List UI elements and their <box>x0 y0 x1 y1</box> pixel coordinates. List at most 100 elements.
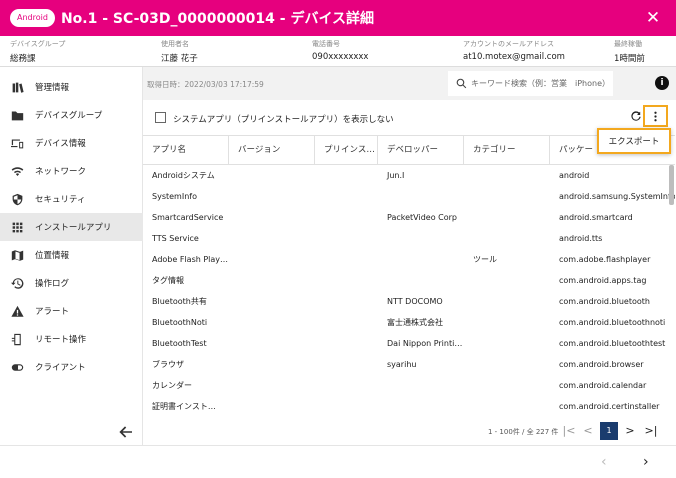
sidebar-item-network[interactable]: ネットワーク <box>0 157 143 185</box>
export-menu-item[interactable]: エクスポート <box>597 128 671 154</box>
map-icon <box>10 248 24 262</box>
table-row[interactable]: SmartcardService PacketVideo Corp android.… <box>143 207 675 228</box>
table-row[interactable]: ブラウザ syarihu com.android.browser <box>143 354 675 375</box>
cell-developer <box>378 270 464 291</box>
sidebar-item-label: リモート操作 <box>35 335 87 345</box>
cell-version <box>229 186 315 207</box>
hide-system-apps-checkbox[interactable] <box>155 112 166 123</box>
column-header-category[interactable]: カテゴリー <box>464 136 550 165</box>
cell-package: com.android.apps.tag <box>559 276 647 285</box>
cell-app-name: タグ情報 <box>152 276 184 285</box>
table-row[interactable]: カレンダー com.android.calendar <box>143 375 675 396</box>
sidebar-item-device-group[interactable]: デバイスグループ <box>0 101 143 129</box>
main-panel: 取得日時：2022/03/03 17:17:59 i システムアプリ（プリインス… <box>143 67 676 445</box>
search-box[interactable] <box>448 71 613 96</box>
table-row[interactable]: TTS Service android.tts <box>143 228 675 249</box>
info-label: 最終稼働 <box>614 40 642 48</box>
cell-preinstalled <box>315 354 378 375</box>
cell-version <box>229 396 315 417</box>
sidebar-item-label: 位置情報 <box>35 251 70 261</box>
cell-version <box>229 354 315 375</box>
sidebar-item-label: 管理情報 <box>35 83 70 93</box>
table-row[interactable]: BluetoothNoti 富士通株式会社 com.android.bluetoot… <box>143 312 675 333</box>
cell-category: ツール <box>473 255 497 264</box>
table-row[interactable]: Bluetooth共有 NTT DOCOMO com.android.bluetoo… <box>143 291 675 312</box>
pagination: 1 - 100件 / 全 227 件 |< < 1 > >| <box>143 417 676 445</box>
cell-category <box>464 354 550 375</box>
cell-developer: Dai Nippon Printi… <box>387 339 463 348</box>
cell-app-name: BluetoothTest <box>152 339 207 348</box>
hide-system-apps-label[interactable]: システムアプリ（プリインストールアプリ）を表示しない <box>173 113 394 125</box>
cell-version <box>229 291 315 312</box>
cell-package: com.android.calendar <box>559 381 647 390</box>
cell-app-name: カレンダー <box>152 381 192 390</box>
cell-app-name: ブラウザ <box>152 360 184 369</box>
sidebar-item-operation-log[interactable]: 操作ログ <box>0 269 143 297</box>
current-page-button[interactable]: 1 <box>600 422 618 440</box>
search-input[interactable] <box>471 79 611 88</box>
sidebar-item-location[interactable]: 位置情報 <box>0 241 143 269</box>
vertical-scroll-thumb[interactable] <box>669 165 674 205</box>
footer-prev-icon[interactable]: ‹ <box>601 455 615 469</box>
wifi-icon <box>10 164 24 178</box>
more-menu-button[interactable] <box>643 105 668 127</box>
cell-preinstalled <box>315 165 378 186</box>
first-page-button[interactable]: |< <box>561 423 577 439</box>
table-row[interactable]: タグ情報 com.android.apps.tag <box>143 270 675 291</box>
cell-package: android.samsung.SystemInfo <box>559 192 675 201</box>
table-row[interactable]: SystemInfo android.samsung.SystemInfo <box>143 186 675 207</box>
books-icon <box>10 80 24 94</box>
sidebar-item-label: デバイスグループ <box>35 111 103 121</box>
info-label: アカウントのメールアドレス <box>463 40 554 48</box>
cell-category <box>464 396 550 417</box>
shield-icon <box>10 192 24 206</box>
info-value: 総務課 <box>10 54 36 64</box>
sidebar-item-management[interactable]: 管理情報 <box>0 73 143 101</box>
table-row[interactable]: Adobe Flash Play… ツール com.adobe.flashplaye… <box>143 249 675 270</box>
sidebar-item-alert[interactable]: アラート <box>0 297 143 325</box>
cell-preinstalled <box>315 333 378 354</box>
last-page-button[interactable]: >| <box>643 423 659 439</box>
search-icon <box>456 78 467 89</box>
cell-version <box>229 207 315 228</box>
next-page-button[interactable]: > <box>622 423 638 439</box>
cell-preinstalled <box>315 186 378 207</box>
sidebar-item-installed-apps[interactable]: インストールアプリ <box>0 213 143 241</box>
refresh-icon[interactable] <box>630 110 642 122</box>
table-header: アプリ名 バージョン プリインス… デベロッパー カテゴリー パッケー <box>143 135 675 165</box>
sidebar-item-label: 操作ログ <box>35 279 70 289</box>
sidebar-item-label: セキュリティ <box>35 195 86 205</box>
cell-category <box>464 165 550 186</box>
sidebar-item-remote-operation[interactable]: リモート操作 <box>0 325 143 353</box>
cell-version <box>229 165 315 186</box>
cell-preinstalled <box>315 249 378 270</box>
info-value: at10.motex@gmail.com <box>463 52 565 62</box>
page-range-info: 1 - 100件 / 全 227 件 <box>488 428 559 436</box>
devices-icon <box>10 136 24 150</box>
history-icon <box>10 276 24 290</box>
table-row[interactable]: BluetoothTest Dai Nippon Printi… com.andro… <box>143 333 675 354</box>
cell-app-name: TTS Service <box>152 234 199 243</box>
cell-preinstalled <box>315 228 378 249</box>
cell-developer <box>378 186 464 207</box>
info-icon[interactable]: i <box>655 76 669 90</box>
cell-package: com.android.bluetooth <box>559 297 650 306</box>
cell-package: com.android.bluetoothnoti <box>559 318 666 327</box>
sidebar: 管理情報 デバイスグループ デバイス情報 ネットワーク セキュリティ インストー… <box>0 67 143 445</box>
column-header-preinstalled[interactable]: プリインス… <box>315 136 378 165</box>
back-arrow-icon[interactable] <box>118 424 134 440</box>
footer-next-icon[interactable]: › <box>643 455 657 469</box>
table-row[interactable]: Androidシステム Jun.I android <box>143 165 675 186</box>
info-account-email: アカウントのメールアドレス at10.motex@gmail.com <box>463 39 565 62</box>
sidebar-item-client[interactable]: クライアント <box>0 353 143 381</box>
prev-page-button[interactable]: < <box>580 423 596 439</box>
column-header-app-name[interactable]: アプリ名 <box>143 136 229 165</box>
sidebar-item-device-info[interactable]: デバイス情報 <box>0 129 143 157</box>
main-topbar: 取得日時：2022/03/03 17:17:59 i <box>143 67 676 100</box>
cell-version <box>229 375 315 396</box>
sidebar-item-security[interactable]: セキュリティ <box>0 185 143 213</box>
close-button[interactable]: ✕ <box>644 9 662 27</box>
column-header-developer[interactable]: デベロッパー <box>378 136 464 165</box>
column-header-version[interactable]: バージョン <box>229 136 315 165</box>
table-row[interactable]: 証明書インスト… com.android.certinstaller <box>143 396 675 417</box>
